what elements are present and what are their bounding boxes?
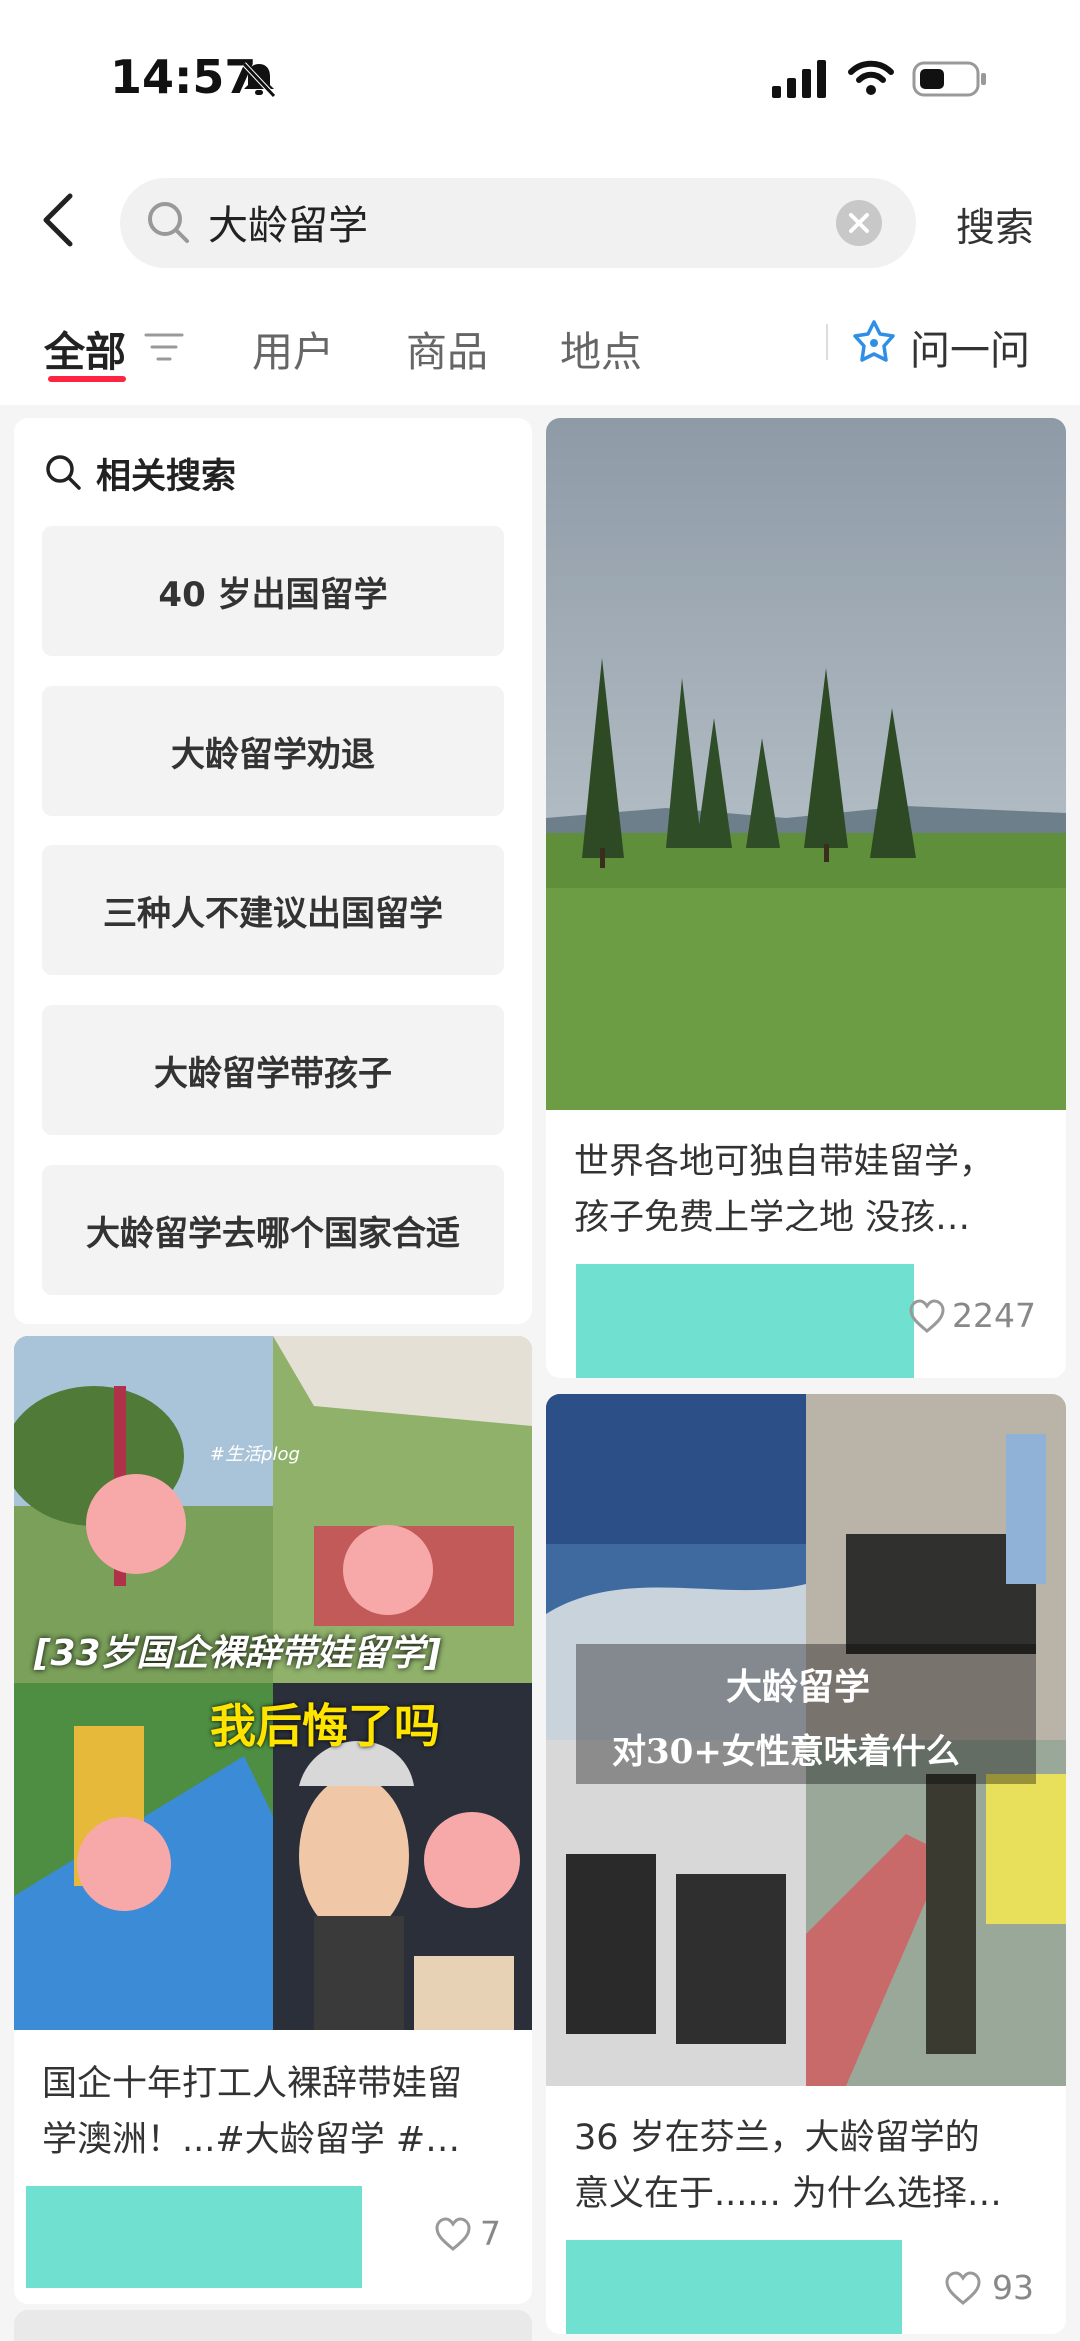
image-caption-top: [33岁国企裸辞带娃留学]: [34, 1633, 442, 1674]
post-title: 36 岁在芬兰，大龄留学的 意义在于...... 为什么选择…: [574, 2110, 1002, 2222]
related-search-item[interactable]: 大龄留学去哪个国家合适: [42, 1165, 504, 1295]
cellular-signal-icon: [772, 60, 826, 98]
post-card[interactable]: 世界各地可独自带娃留学， 孩子免费上学之地 没孩… 2247: [546, 418, 1066, 1378]
battery-icon: [912, 61, 986, 97]
tab-divider: [826, 324, 828, 360]
related-search-item[interactable]: 40 岁出国留学: [42, 526, 504, 656]
wifi-icon: [848, 60, 894, 95]
image-tag: #生活plog: [210, 1444, 300, 1465]
search-query-text[interactable]: 大龄留学: [208, 193, 368, 251]
next-post-card-partial[interactable]: [14, 2310, 532, 2341]
bell-muted-icon: [242, 62, 276, 98]
image-caption-mid: 我后悔了吗: [210, 1699, 440, 1753]
tab-users[interactable]: 用户: [252, 318, 334, 378]
image-caption-top: 大龄留学: [726, 1666, 871, 1708]
tab-places[interactable]: 地点: [560, 318, 642, 378]
post-image-landscape: [546, 418, 1066, 1110]
search-button[interactable]: 搜索: [956, 197, 1034, 253]
heart-icon[interactable]: [944, 2270, 982, 2306]
like-count: 7: [480, 2214, 501, 2253]
search-icon: [46, 455, 81, 490]
related-search-item[interactable]: 大龄留学劝退: [42, 686, 504, 816]
search-icon: [148, 202, 189, 243]
author-redaction: [576, 1264, 914, 1378]
status-time: 14:57: [110, 50, 257, 104]
related-search-item[interactable]: 三种人不建议出国留学: [42, 845, 504, 975]
post-card[interactable]: 大龄留学 对30+女性意味着什么 36 岁在芬兰，大龄留学的 意义在于.....…: [546, 1394, 1066, 2334]
post-title-line: 学澳洲！...#大龄留学 #…: [42, 2120, 461, 2160]
sparkle-star-icon[interactable]: [850, 318, 898, 366]
like-count: 93: [992, 2268, 1034, 2307]
active-tab-indicator: [48, 376, 126, 382]
heart-icon[interactable]: [908, 1298, 946, 1334]
like-count: 2247: [952, 1296, 1036, 1335]
post-card[interactable]: [33岁国企裸辞带娃留学] 我后悔了吗 #生活plog 国企十年打工人裸辞带娃留…: [14, 1336, 532, 2304]
image-caption-mid: 对30+女性意味着什么: [612, 1732, 960, 1772]
ask-button[interactable]: 问一问: [910, 318, 1030, 376]
post-title-line: 意义在于...... 为什么选择…: [574, 2174, 1002, 2214]
post-title-line: 孩子免费上学之地 没孩…: [574, 1198, 971, 1238]
heart-icon[interactable]: [434, 2216, 472, 2252]
back-arrow-icon[interactable]: [38, 190, 78, 250]
post-title-line: 36 岁在芬兰，大龄留学的: [574, 2118, 980, 2158]
post-title-line: 世界各地可独自带娃留学，: [574, 1142, 995, 1182]
related-searches-title: 相关搜索: [96, 457, 237, 497]
close-icon: [849, 213, 869, 233]
post-title: 国企十年打工人裸辞带娃留 学澳洲！...#大龄留学 #…: [42, 2056, 462, 2168]
author-redaction: [26, 2186, 362, 2288]
filter-icon[interactable]: [144, 330, 184, 364]
post-title: 世界各地可独自带娃留学， 孩子免费上学之地 没孩…: [574, 1134, 994, 1246]
clear-search-button[interactable]: [836, 200, 882, 246]
post-title-line: 国企十年打工人裸辞带娃留: [42, 2064, 463, 2104]
tab-all[interactable]: 全部: [44, 318, 126, 378]
related-search-item[interactable]: 大龄留学带孩子: [42, 1005, 504, 1135]
tab-products[interactable]: 商品: [406, 318, 488, 378]
author-redaction: [566, 2240, 902, 2334]
